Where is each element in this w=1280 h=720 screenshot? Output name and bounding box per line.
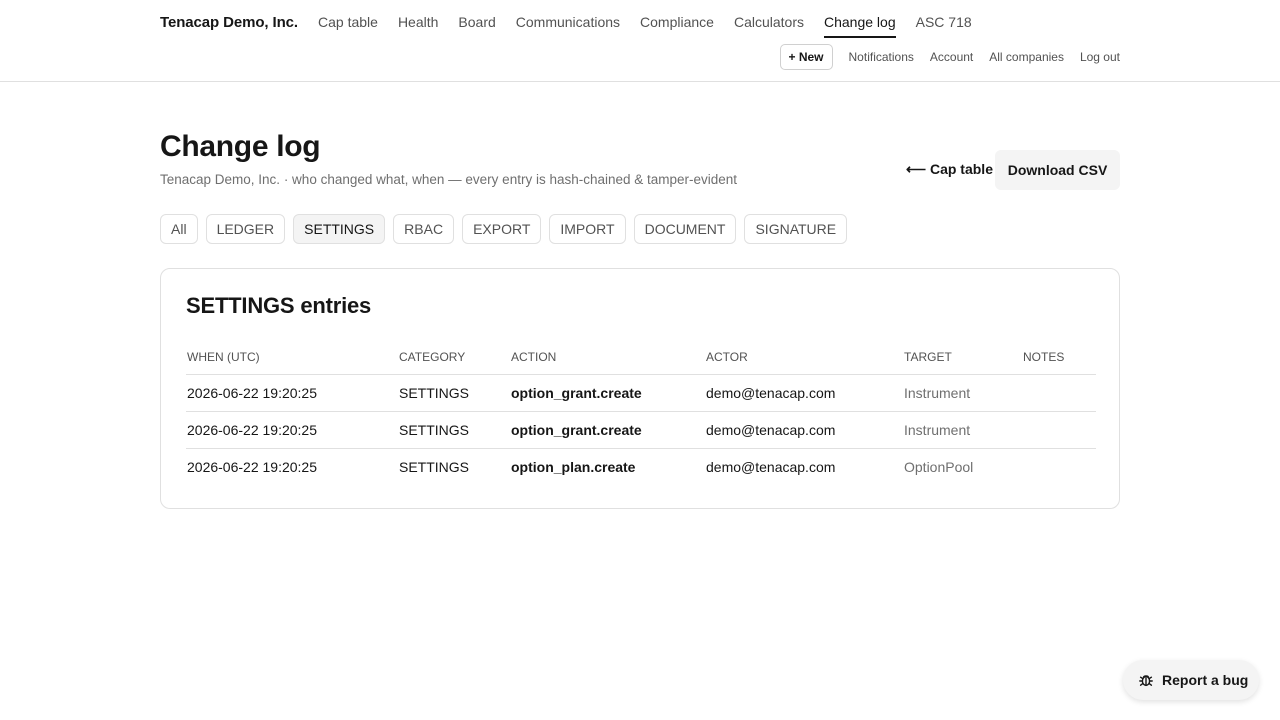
cell-notes xyxy=(1022,448,1096,485)
entries-card: SETTINGS entries WHEN (UTC) CATEGORY ACT… xyxy=(160,268,1120,509)
main-nav: Cap table Health Board Communications Co… xyxy=(318,14,972,38)
column-header-when: WHEN (UTC) xyxy=(186,347,398,375)
nav-compliance[interactable]: Compliance xyxy=(640,14,714,38)
back-to-cap-table-link[interactable]: ⟵ Cap table xyxy=(906,161,993,178)
cell-target: Instrument xyxy=(903,374,1022,412)
cell-when: 2026-06-22 19:20:25 xyxy=(187,458,317,475)
entries-card-title: SETTINGS entries xyxy=(186,293,372,318)
all-companies-link[interactable]: All companies xyxy=(989,50,1064,64)
cell-category: SETTINGS xyxy=(399,458,470,475)
table-row: 2026-06-22 19:20:25 SETTINGS option_plan… xyxy=(186,448,1096,485)
bug-icon xyxy=(1138,672,1154,688)
nav-board[interactable]: Board xyxy=(458,14,495,38)
filter-export[interactable]: EXPORT xyxy=(462,214,542,244)
filter-signature[interactable]: SIGNATURE xyxy=(744,214,848,244)
cell-target: OptionPool xyxy=(904,458,974,475)
table-header-row: WHEN (UTC) CATEGORY ACTION ACTOR TARGET … xyxy=(186,347,1096,375)
notifications-link[interactable]: Notifications xyxy=(849,50,914,64)
filter-rbac[interactable]: RBAC xyxy=(393,214,455,244)
filter-all[interactable]: All xyxy=(160,214,198,244)
nav-asc-718[interactable]: ASC 718 xyxy=(916,14,972,38)
company-brand[interactable]: Tenacap Demo, Inc. xyxy=(160,14,298,31)
new-button[interactable]: + New xyxy=(779,44,833,70)
cell-when: 2026-06-22 19:20:25 xyxy=(186,374,398,412)
column-header-notes: NOTES xyxy=(1022,347,1096,375)
column-header-action: ACTION xyxy=(510,347,705,375)
nav-cap-table[interactable]: Cap table xyxy=(318,14,378,38)
filter-document[interactable]: DOCUMENT xyxy=(633,214,737,244)
cell-notes xyxy=(1022,411,1096,449)
filter-ledger[interactable]: LEDGER xyxy=(205,214,286,244)
cell-action: option_grant.create xyxy=(510,374,705,412)
category-filters: All LEDGER SETTINGS RBAC EXPORT IMPORT D… xyxy=(160,214,848,244)
nav-health[interactable]: Health xyxy=(398,14,438,38)
nav-calculators[interactable]: Calculators xyxy=(734,14,804,38)
page-subtitle: Tenacap Demo, Inc. · who changed what, w… xyxy=(160,172,738,187)
filter-settings[interactable]: SETTINGS xyxy=(293,214,386,244)
cell-action: option_plan.create xyxy=(511,458,636,475)
nav-change-log[interactable]: Change log xyxy=(824,14,896,38)
cell-category: SETTINGS xyxy=(398,411,510,449)
column-header-actor: ACTOR xyxy=(705,347,903,375)
table-row: 2026-06-22 19:20:25 SETTINGS option_gran… xyxy=(186,411,1096,449)
report-bug-button[interactable]: Report a bug xyxy=(1123,660,1259,700)
table-row: 2026-06-22 19:20:25 SETTINGS option_gran… xyxy=(186,374,1096,412)
cell-when: 2026-06-22 19:20:25 xyxy=(186,411,398,449)
top-navigation: Tenacap Demo, Inc. Cap table Health Boar… xyxy=(0,0,1280,82)
filter-import[interactable]: IMPORT xyxy=(549,214,626,244)
cell-actor: demo@tenacap.com xyxy=(705,411,903,449)
column-header-target: TARGET xyxy=(903,347,1022,375)
page-title: Change log xyxy=(160,130,321,163)
column-header-category: CATEGORY xyxy=(398,347,510,375)
download-csv-button[interactable]: Download CSV xyxy=(995,150,1120,190)
cell-category: SETTINGS xyxy=(398,374,510,412)
cell-action: option_grant.create xyxy=(510,411,705,449)
report-bug-label: Report a bug xyxy=(1162,672,1249,688)
logout-link[interactable]: Log out xyxy=(1080,50,1120,64)
account-link[interactable]: Account xyxy=(930,50,973,64)
cell-notes xyxy=(1022,374,1096,412)
cell-actor: demo@tenacap.com xyxy=(705,374,903,412)
secondary-nav: + New Notifications Account All companie… xyxy=(779,44,1120,70)
cell-target: Instrument xyxy=(903,411,1022,449)
cell-actor: demo@tenacap.com xyxy=(706,458,836,475)
nav-communications[interactable]: Communications xyxy=(516,14,620,38)
change-log-table: WHEN (UTC) CATEGORY ACTION ACTOR TARGET … xyxy=(186,347,1096,485)
